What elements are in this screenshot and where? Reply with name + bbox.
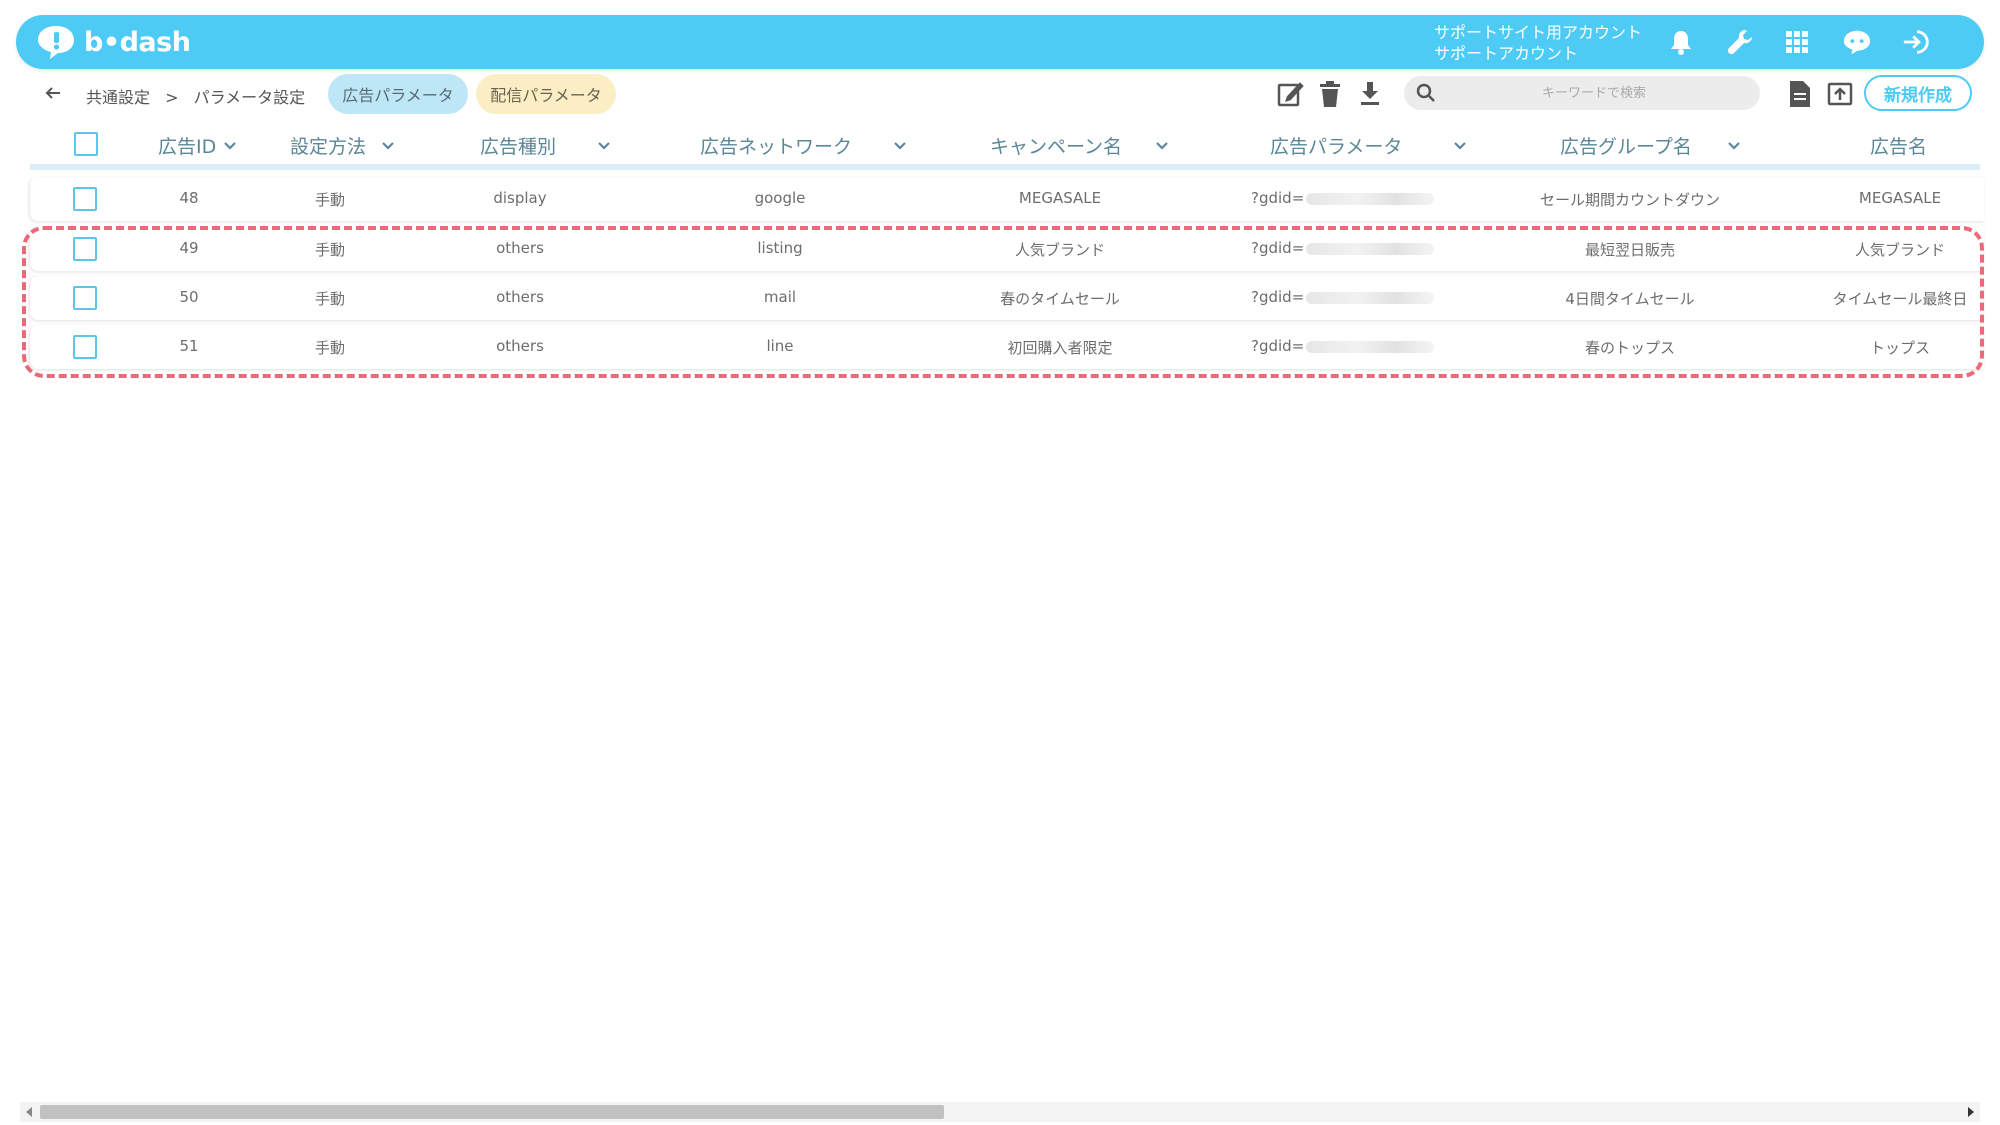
- apps-grid-icon[interactable]: [1782, 27, 1812, 57]
- search-icon: [1416, 83, 1436, 103]
- chevron-down-icon: [1728, 141, 1740, 150]
- chevron-down-icon: [598, 141, 610, 150]
- breadcrumb-separator: >: [165, 88, 179, 107]
- scroll-right-arrow-icon[interactable]: [1968, 1107, 1974, 1117]
- highlight-annotation: [22, 226, 1984, 378]
- logo-text: b•dash: [84, 26, 191, 58]
- wrench-icon[interactable]: [1725, 27, 1755, 57]
- column-header-ad-group[interactable]: 広告グループ名: [1560, 132, 1742, 159]
- cell-ad-id: 48: [179, 189, 199, 207]
- chevron-down-icon: [894, 141, 906, 150]
- search-box: [1404, 76, 1760, 110]
- back-arrow-icon[interactable]: [38, 78, 68, 108]
- redacted-value: [1306, 192, 1435, 205]
- chevron-down-icon: [1156, 141, 1168, 150]
- logo[interactable]: b•dash: [36, 23, 191, 61]
- column-header-label: 広告パラメータ: [1270, 136, 1403, 158]
- breadcrumb-item-parameter-settings: パラメータ設定: [193, 88, 306, 107]
- account-name: サポートサイト用アカウント: [1434, 23, 1643, 42]
- bell-icon[interactable]: [1666, 27, 1696, 57]
- column-header-label: 広告グループ名: [1560, 136, 1692, 158]
- select-all-checkbox[interactable]: [74, 132, 98, 156]
- table-header-divider: [30, 164, 1980, 170]
- cell-ad-parameter: ?gdid=: [1251, 189, 1435, 207]
- app-root: b•dash サポートサイト用アカウント サポートアカウント 共通設定 > パラ…: [0, 0, 2000, 1125]
- edit-icon[interactable]: [1274, 78, 1306, 110]
- column-header-label: 広告ID: [158, 136, 217, 158]
- column-header-label: キャンペーン名: [990, 136, 1123, 158]
- column-header-ad-network[interactable]: 広告ネットワーク: [700, 132, 908, 159]
- horizontal-scrollbar[interactable]: [20, 1102, 1980, 1122]
- column-header-ad-parameter[interactable]: 広告パラメータ: [1270, 132, 1468, 159]
- column-header-ad-name[interactable]: 広告名: [1870, 132, 1927, 159]
- cell-campaign: MEGASALE: [1018, 189, 1102, 207]
- logout-icon[interactable]: [1902, 27, 1932, 57]
- document-icon[interactable]: [1784, 78, 1816, 110]
- tab-delivery-parameters[interactable]: 配信パラメータ: [476, 74, 616, 114]
- cell-method: 手動: [314, 191, 346, 209]
- breadcrumb-item-common-settings[interactable]: 共通設定: [86, 88, 150, 107]
- column-header-method[interactable]: 設定方法: [290, 132, 396, 159]
- row-checkbox[interactable]: [73, 187, 97, 211]
- column-header-label: 設定方法: [290, 136, 367, 158]
- table-header: 広告ID 設定方法 広告種別 広告ネットワーク キャンペーン名 広告パラメータ …: [30, 124, 1980, 168]
- column-header-label: 広告ネットワーク: [700, 136, 853, 158]
- tab-ad-parameters[interactable]: 広告パラメータ: [328, 74, 468, 114]
- chevron-down-icon: [382, 141, 394, 150]
- chevron-down-icon: [224, 141, 237, 150]
- upload-icon[interactable]: [1824, 78, 1856, 110]
- scroll-left-arrow-icon[interactable]: [26, 1107, 32, 1117]
- chevron-down-icon: [1454, 141, 1467, 150]
- download-icon[interactable]: [1354, 78, 1386, 110]
- column-header-label: 広告名: [1870, 136, 1928, 158]
- new-create-button[interactable]: 新規作成: [1864, 75, 1972, 111]
- support-chat-icon[interactable]: [1842, 27, 1872, 57]
- table-row[interactable]: 48 手動 display google MEGASALE ?gdid= セール…: [30, 177, 1984, 221]
- search-input[interactable]: [1444, 76, 1744, 110]
- column-header-label: 広告種別: [480, 136, 557, 158]
- cell-ad-group: セール期間カウントダウン: [1539, 191, 1721, 209]
- cell-ad-type: display: [493, 189, 547, 207]
- column-header-ad-type[interactable]: 広告種別: [480, 132, 612, 159]
- top-header: b•dash サポートサイト用アカウント サポートアカウント: [16, 15, 1984, 69]
- trash-icon[interactable]: [1314, 78, 1346, 110]
- cell-ad-network: google: [754, 189, 806, 207]
- column-header-ad-id[interactable]: 広告ID: [158, 132, 238, 159]
- parameter-text: ?gdid=: [1251, 189, 1305, 207]
- scrollbar-thumb[interactable]: [40, 1105, 944, 1119]
- account-info[interactable]: サポートサイト用アカウント サポートアカウント: [1434, 22, 1642, 64]
- logo-bubble-icon: [38, 26, 74, 59]
- toolbar: 共通設定 > パラメータ設定 広告パラメータ 配信パラメータ 新規作成: [12, 70, 1988, 118]
- account-user: サポートアカウント: [1434, 44, 1579, 63]
- column-header-campaign[interactable]: キャンペーン名: [990, 132, 1170, 159]
- cell-ad-name: MEGASALE: [1858, 189, 1942, 207]
- breadcrumb: 共通設定 > パラメータ設定: [86, 84, 315, 108]
